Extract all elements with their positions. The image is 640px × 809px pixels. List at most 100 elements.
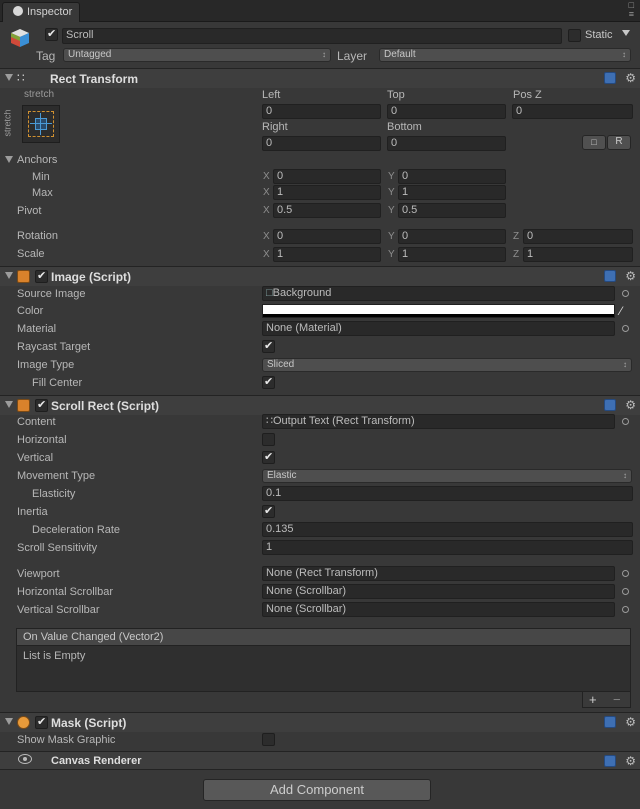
scale-y-field[interactable]: 1 [398, 247, 506, 262]
source-image-field[interactable]: □Background [262, 286, 615, 301]
static-dropdown-icon[interactable] [622, 30, 630, 36]
object-picker-icon[interactable] [622, 588, 629, 595]
active-checkbox[interactable] [45, 27, 58, 41]
object-picker-icon[interactable] [622, 290, 629, 297]
help-icon[interactable] [604, 399, 616, 411]
anchor-max-x-field[interactable]: 1 [273, 185, 381, 200]
object-name-field[interactable]: Scroll [62, 28, 562, 44]
left-field[interactable]: 0 [262, 104, 381, 119]
foldout-arrow-icon[interactable] [5, 718, 13, 725]
max-x-label: X [263, 187, 270, 198]
mask-header[interactable]: Mask (Script) ⚙ [0, 712, 640, 732]
top-field[interactable]: 0 [387, 104, 506, 119]
image-type-dropdown[interactable]: Sliced [262, 358, 632, 372]
horizontal-scrollbar-field[interactable]: None (Scrollbar) [262, 584, 615, 599]
movement-type-dropdown[interactable]: Elastic [262, 469, 632, 483]
remove-event-button[interactable]: − [613, 692, 621, 707]
image-header[interactable]: Image (Script) ⚙ [0, 266, 640, 286]
object-picker-icon[interactable] [622, 606, 629, 613]
anchor-max-y-field[interactable]: 1 [398, 185, 506, 200]
gear-icon[interactable]: ⚙ [625, 398, 636, 412]
bottom-field[interactable]: 0 [387, 136, 506, 151]
help-icon[interactable] [604, 72, 616, 84]
tab-inspector[interactable]: Inspector [2, 2, 80, 22]
show-mask-graphic-checkbox[interactable] [262, 733, 275, 746]
foldout-arrow-icon[interactable] [5, 272, 13, 279]
pivot-x-label: X [263, 205, 270, 216]
help-icon[interactable] [604, 270, 616, 282]
anchor-presets-button[interactable] [22, 105, 60, 143]
posz-field[interactable]: 0 [512, 104, 633, 119]
mask-enabled-checkbox[interactable] [35, 715, 48, 729]
object-picker-icon[interactable] [622, 418, 629, 425]
fill-center-checkbox[interactable] [262, 375, 275, 389]
rect-transform-header[interactable]: ∷ Rect Transform ⚙ [0, 68, 640, 88]
anchor-min-x-field[interactable]: 0 [273, 169, 381, 184]
elasticity-field[interactable]: 0.1 [262, 486, 633, 501]
tab-bar: Inspector □ ≡ [0, 0, 640, 22]
horizontal-checkbox[interactable] [262, 433, 275, 446]
pivot-y-field[interactable]: 0.5 [398, 203, 506, 218]
anchor-min-y-field[interactable]: 0 [398, 169, 506, 184]
vertical-scrollbar-label: Vertical Scrollbar [17, 604, 100, 616]
foldout-arrow-icon[interactable] [5, 401, 13, 408]
footer-separator [0, 769, 640, 770]
color-swatch[interactable] [262, 304, 615, 318]
anchors-foldout-icon[interactable] [5, 156, 13, 163]
canvas-renderer-title: Canvas Renderer [51, 755, 142, 767]
eyedropper-icon[interactable]: ⁄ [620, 304, 622, 318]
window-controls[interactable]: □ ≡ [629, 1, 634, 19]
movement-type-label: Movement Type [17, 470, 96, 482]
layer-dropdown[interactable]: Default [379, 48, 631, 62]
viewport-field[interactable]: None (Rect Transform) [262, 566, 615, 581]
canvas-renderer-header[interactable]: Canvas Renderer ⚙ [0, 751, 640, 769]
add-event-button[interactable]: + [589, 692, 597, 707]
raycast-target-checkbox[interactable] [262, 339, 275, 353]
pivot-x-field[interactable]: 0.5 [273, 203, 381, 218]
gear-icon[interactable]: ⚙ [625, 269, 636, 283]
object-picker-icon[interactable] [622, 570, 629, 577]
foldout-arrow-icon[interactable] [5, 74, 13, 81]
min-y-label: Y [388, 171, 395, 182]
scale-z-field[interactable]: 1 [523, 247, 633, 262]
content-field[interactable]: ∷Output Text (Rect Transform) [262, 414, 615, 429]
rotation-x-field[interactable]: 0 [273, 229, 381, 244]
blueprint-mode-button[interactable]: □ [582, 135, 606, 150]
vertical-scrollbar-field[interactable]: None (Scrollbar) [262, 602, 615, 617]
info-icon [13, 6, 23, 16]
material-field[interactable]: None (Material) [262, 321, 615, 336]
scroll-sensitivity-field[interactable]: 1 [262, 540, 633, 555]
right-field[interactable]: 0 [262, 136, 381, 151]
scroll-rect-header[interactable]: Scroll Rect (Script) ⚙ [0, 395, 640, 415]
rotation-z-field[interactable]: 0 [523, 229, 633, 244]
help-icon[interactable] [604, 755, 616, 767]
rotation-y-field[interactable]: 0 [398, 229, 506, 244]
layer-label: Layer [337, 49, 368, 63]
horizontal-label: Horizontal [17, 434, 67, 446]
gear-icon[interactable]: ⚙ [625, 715, 636, 729]
gameobject-icon [10, 28, 30, 48]
rect-transform-small-icon: ∷ [266, 415, 273, 427]
menu-icon[interactable]: ≡ [629, 10, 634, 19]
inertia-checkbox[interactable] [262, 504, 275, 518]
viewport-label: Viewport [17, 568, 60, 580]
min-label: Min [32, 171, 50, 183]
static-checkbox[interactable] [568, 29, 581, 42]
scroll-rect-component-icon [17, 399, 30, 412]
eye-icon [18, 754, 32, 764]
horizontal-scrollbar-label: Horizontal Scrollbar [17, 586, 113, 598]
gear-icon[interactable]: ⚙ [625, 754, 636, 768]
scroll-rect-enabled-checkbox[interactable] [35, 398, 48, 412]
object-picker-icon[interactable] [622, 325, 629, 332]
tag-dropdown[interactable]: Untagged [63, 48, 331, 62]
gear-icon[interactable]: ⚙ [625, 71, 636, 85]
add-component-button[interactable]: Add Component [203, 779, 431, 801]
raw-edit-button[interactable]: R [607, 135, 631, 150]
help-icon[interactable] [604, 716, 616, 728]
image-enabled-checkbox[interactable] [35, 269, 48, 283]
scale-x-field[interactable]: 1 [273, 247, 381, 262]
deceleration-rate-field[interactable]: 0.135 [262, 522, 633, 537]
vertical-checkbox[interactable] [262, 450, 275, 464]
content-value: Output Text (Rect Transform) [273, 415, 415, 427]
posz-label: Pos Z [513, 89, 542, 101]
